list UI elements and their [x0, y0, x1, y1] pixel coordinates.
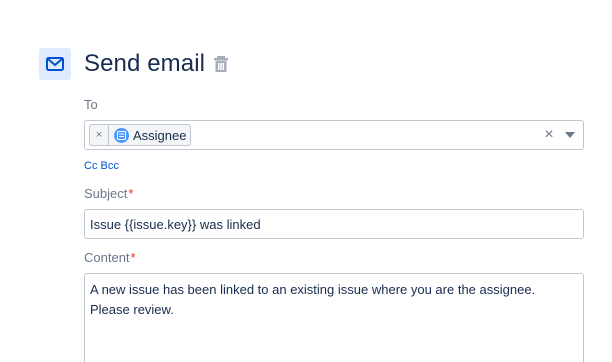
- cc-link[interactable]: Cc: [84, 160, 97, 172]
- cc-bcc-links: Cc Bcc: [84, 159, 119, 173]
- chip-remove-icon[interactable]: ×: [90, 125, 109, 145]
- to-label: To: [84, 97, 98, 112]
- trash-icon[interactable]: [214, 56, 228, 72]
- content-textarea[interactable]: A new issue has been linked to an existi…: [84, 273, 584, 362]
- subject-label-text: Subject: [84, 186, 128, 201]
- chevron-down-icon[interactable]: [565, 132, 575, 138]
- chip-label: Assignee: [133, 127, 187, 143]
- action-title: Send email: [84, 50, 206, 77]
- subject-label: Subject*: [84, 186, 133, 202]
- bcc-link[interactable]: Bcc: [101, 160, 119, 172]
- required-marker: *: [130, 250, 136, 265]
- send-email-action-panel: Send email To × Assignee × Cc Bcc Subjec…: [0, 0, 612, 362]
- content-label: Content*: [84, 250, 136, 266]
- subject-input[interactable]: Issue {{issue.key}} was linked: [84, 209, 584, 239]
- content-label-text: Content: [84, 250, 130, 265]
- required-marker: *: [128, 186, 134, 201]
- user-field-icon: [114, 127, 129, 143]
- to-recipients-select[interactable]: × Assignee ×: [84, 120, 584, 150]
- clear-icon[interactable]: ×: [542, 127, 556, 143]
- mail-icon: [39, 48, 71, 80]
- recipient-chip-assignee[interactable]: × Assignee: [89, 124, 191, 146]
